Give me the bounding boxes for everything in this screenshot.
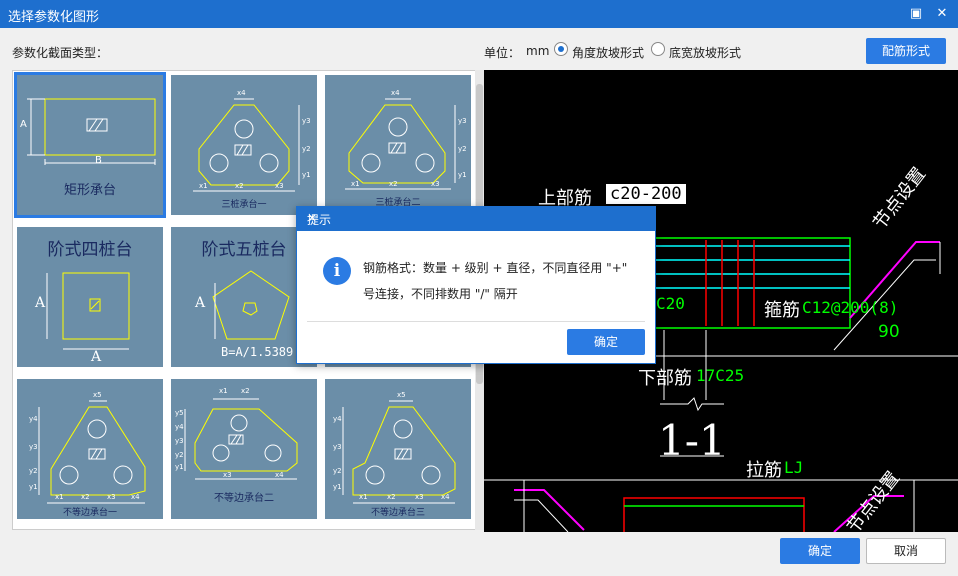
dim-x3: x3	[275, 182, 284, 190]
dim-x4: x4	[275, 471, 284, 479]
dialog-close-icon[interactable]: ✕	[307, 211, 647, 225]
tile-three-pile-cap-1[interactable]: x4 y1 y2 y3 x1 x2 x3 三桩承台一	[171, 75, 317, 215]
dim-x1: x1	[359, 493, 368, 501]
dim-x3: x3	[223, 471, 232, 479]
info-icon: i	[323, 257, 351, 285]
tile-unequal-cap-2[interactable]: x1 x2 y1 y2 y3 y4 y5 x3 x4 不等边承台二	[171, 379, 317, 519]
stirrup-value: C12@200(8)	[802, 298, 899, 317]
unit-value: mm	[526, 44, 550, 58]
dim-y1: y1	[302, 171, 311, 179]
dim-x5: x5	[93, 391, 102, 399]
top-bar-value: c20-200	[606, 184, 686, 204]
dialog-message: 钢筋格式：数量 + 级别 + 直径，不同直径用 "+" 号连接，不同排数用 "/…	[363, 261, 628, 301]
dim-y1: y1	[29, 483, 38, 491]
dim-a-vertical: A	[35, 295, 46, 311]
unequal-1-drawing	[38, 400, 146, 504]
radio-width-slope[interactable]	[651, 42, 665, 56]
dim-x1: x1	[351, 180, 360, 188]
dialog-ok-button[interactable]: 确定	[567, 329, 645, 355]
window-title: 选择参数化图形	[8, 10, 100, 25]
dim-y3: y3	[175, 437, 184, 445]
tile-three-pile-cap-2[interactable]: x4 y1 y2 y3 x1 x2 x3 三桩承台二	[325, 75, 471, 215]
dim-x2: x2	[387, 493, 396, 501]
dim-y3: y3	[302, 117, 311, 125]
dim-x5: x5	[397, 391, 406, 399]
section-label: 1-1	[658, 416, 726, 465]
tie-bar-value: LJ	[784, 458, 804, 477]
dim-y4: y4	[175, 423, 184, 431]
tile-caption: 不等边承台二	[214, 493, 274, 504]
dim-x3: x3	[415, 493, 424, 501]
unit-label: 单位：	[484, 46, 521, 60]
dim-y3: y3	[29, 443, 38, 451]
tile-stepped-four-pile[interactable]: 阶式四桩台 A A	[17, 227, 163, 367]
bottom-bar-label: 下部筋	[638, 368, 692, 389]
ok-button[interactable]: 确定	[780, 538, 860, 564]
dim-x3: x3	[431, 180, 440, 188]
section-type-label: 参数化截面类型：	[12, 46, 109, 60]
maximize-icon[interactable]: ▣	[906, 4, 926, 24]
formula-label: B=A/1.5389	[221, 345, 294, 359]
dim-y5: y5	[175, 409, 184, 417]
dim-x4: x4	[391, 89, 400, 97]
dim-x2: x2	[235, 182, 244, 190]
stirrup-label: 箍筋	[764, 300, 800, 321]
prompt-dialog: 提示 ✕ i 钢筋格式：数量 + 级别 + 直径，不同直径用 "+" 号连接，不…	[296, 206, 656, 364]
cancel-button[interactable]: 取消	[866, 538, 946, 564]
dim-x2: x2	[389, 180, 398, 188]
dim-x3: x3	[107, 493, 116, 501]
tile-caption: 不等边承台三	[370, 508, 425, 518]
tile-rect-cap[interactable]: A B 矩形承台	[14, 72, 166, 218]
dim-y4: y4	[333, 415, 342, 423]
dim-y4: y4	[29, 415, 38, 423]
side-bar-value: C20	[656, 294, 685, 313]
dim-x1: x1	[199, 182, 208, 190]
close-icon[interactable]: ✕	[932, 4, 952, 24]
dim-y2: y2	[458, 145, 467, 153]
dim-a-horizontal: A	[91, 349, 102, 365]
dialog-divider	[307, 321, 645, 322]
dim-x2: x2	[81, 493, 90, 501]
dim-y2: y2	[29, 467, 38, 475]
radio-angle-slope[interactable]	[554, 42, 568, 56]
tie-bar-label: 拉筋	[746, 460, 782, 481]
dim-y1: y1	[333, 483, 342, 491]
tile-caption: 不等边承台一	[62, 508, 117, 518]
tile-title: 阶式四桩台	[47, 240, 133, 260]
option-angle-label[interactable]: 角度放坡形式	[572, 44, 644, 61]
angle-value: 90	[878, 322, 900, 342]
bottom-bar-value: 17C25	[696, 366, 745, 385]
dim-y1: y1	[458, 171, 467, 179]
dim-y3: y3	[333, 443, 342, 451]
dim-a-label: A	[20, 119, 27, 130]
dim-x4: x4	[237, 89, 246, 97]
tile-unequal-cap-1[interactable]: x5 y1 y2 y3 y4 x1 x2 x3 x4 不等边承台一	[17, 379, 163, 519]
title-bar: 选择参数化图形 ▣ ✕	[0, 0, 958, 28]
tile-caption: 矩形承台	[63, 183, 116, 198]
tile-unequal-cap-3[interactable]: x5 y1 y2 y3 y4 x1 x2 x3 x4 不等边承台三	[325, 379, 471, 519]
option-width-label[interactable]: 底宽放坡形式	[669, 44, 741, 61]
dim-y3: y3	[458, 117, 467, 125]
dim-x4: x4	[441, 493, 450, 501]
dialog-header: 提示 ✕	[297, 207, 655, 231]
rebar-form-button[interactable]: 配筋形式	[866, 38, 946, 64]
dim-y2: y2	[302, 145, 311, 153]
dim-y2: y2	[333, 467, 342, 475]
dim-x1: x1	[55, 493, 64, 501]
dim-y1: y1	[175, 463, 184, 471]
dim-a-label: A	[195, 295, 206, 311]
dim-x2: x2	[241, 387, 250, 395]
dim-x4: x4	[131, 493, 140, 501]
dim-y2: y2	[175, 451, 184, 459]
dim-b-label: B	[95, 155, 102, 166]
dim-x1: x1	[219, 387, 228, 395]
